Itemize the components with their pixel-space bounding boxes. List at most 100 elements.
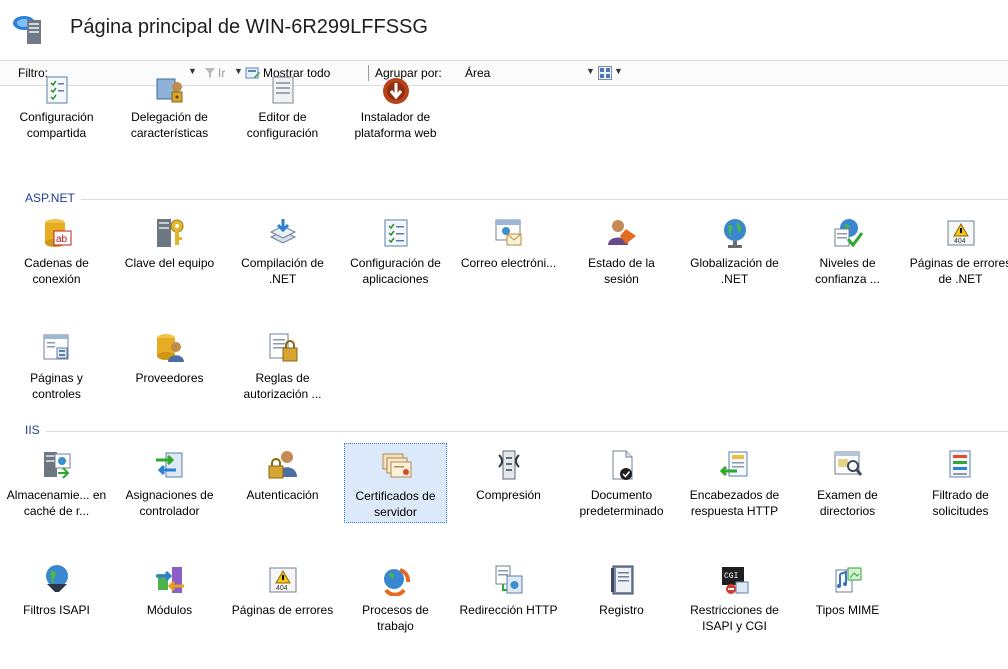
feature-item[interactable]: ab Cadenas de conexión [5, 211, 108, 291]
feature-item[interactable]: Asignaciones de controlador [118, 443, 221, 523]
feature-item[interactable]: Configuración compartida [5, 76, 108, 149]
authorization-rules-icon [269, 333, 298, 362]
feature-item-label: Proveedores [135, 371, 204, 385]
feature-item[interactable]: Globalización de .NET [683, 211, 786, 291]
group-header[interactable]: ASP.NET [0, 191, 1008, 207]
feature-item[interactable]: Documento predeterminado [570, 443, 673, 523]
feature-item[interactable]: Instalador de plataforma web [344, 78, 447, 149]
feature-item[interactable]: Almacenamie... en caché de r... [5, 443, 108, 523]
directory-browsing-icon [834, 451, 863, 476]
authentication-icon [268, 451, 297, 479]
feature-item[interactable]: Configuración de aplicaciones [344, 211, 447, 291]
go-dropdown-arrow[interactable]: ▼ [234, 66, 243, 76]
group-header[interactable]: IIS [0, 423, 1008, 439]
feature-item[interactable]: Filtrado de solicitudes [909, 443, 1008, 523]
http-redirect-icon [495, 565, 523, 594]
filter-dropdown-arrow[interactable]: ▼ [188, 66, 197, 76]
feature-item-label: Registro [599, 603, 644, 617]
svg-text:404: 404 [954, 238, 966, 245]
pages-controls-icon [43, 334, 69, 360]
feature-item[interactable]: Niveles de confianza ... [796, 211, 899, 291]
feature-item-label: Delegación de características [130, 110, 209, 140]
feature-item[interactable]: Editor de configuración [231, 76, 334, 149]
feature-item-label: Encabezados de respuesta HTTP [689, 488, 780, 518]
feature-item-label: Editor de configuración [246, 110, 319, 140]
feature-item[interactable]: Proveedores [118, 326, 221, 406]
feature-item-label: Módulos [146, 603, 193, 617]
group-by-select[interactable]: Área [465, 66, 490, 80]
view-mode-icon[interactable] [598, 66, 612, 80]
svg-text:404: 404 [276, 585, 288, 592]
feature-item-label: Tipos MIME [815, 603, 880, 617]
feature-item-label: Filtros ISAPI [23, 603, 90, 617]
feature-item[interactable]: Módulos [118, 558, 221, 638]
svg-text:CGI: CGI [724, 572, 738, 581]
group-divider [81, 199, 1008, 200]
shared-config-icon [46, 76, 68, 104]
features-view: Configuración compartida Delegación de ca… [0, 76, 1008, 669]
feature-delegation-icon [156, 78, 183, 103]
svg-text:ab: ab [56, 234, 68, 245]
feature-item[interactable]: 404 Páginas de errores [231, 558, 334, 638]
feature-item[interactable]: Delegación de características [118, 78, 221, 149]
smtp-email-icon [495, 219, 522, 246]
feature-item[interactable]: Redirección HTTP [457, 558, 560, 638]
funnel-icon[interactable] [204, 67, 216, 79]
isapi-cgi-restrictions-icon: CGI [722, 567, 749, 594]
view-mode-dropdown-arrow[interactable]: ▼ [614, 66, 623, 76]
toolbar-separator [368, 65, 369, 81]
error-pages-icon: 404 [269, 567, 297, 593]
feature-item[interactable]: Filtros ISAPI [5, 558, 108, 638]
feature-item-label: Documento predeterminado [579, 488, 664, 518]
default-document-icon [612, 450, 633, 480]
feature-item[interactable]: Páginas y controles [5, 326, 108, 406]
feature-item-label: Autenticación [246, 488, 319, 502]
group-by-dropdown-arrow[interactable]: ▼ [586, 66, 595, 76]
feature-item[interactable]: Reglas de autorización ... [231, 326, 334, 406]
feature-item-label: Páginas de errores de .NET [909, 256, 1008, 286]
feature-item[interactable]: Clave del equipo [118, 211, 221, 291]
page-title: Página principal de WIN-6R299LFFSSG [70, 16, 428, 38]
app-settings-icon [384, 219, 408, 247]
connection-strings-icon: ab [45, 219, 72, 247]
machine-key-icon [157, 219, 184, 247]
feature-item[interactable]: Tipos MIME [796, 558, 899, 638]
group-title: ASP.NET [25, 191, 75, 205]
session-state-icon [608, 220, 636, 245]
feature-item[interactable]: Estado de la sesión [570, 211, 673, 291]
feature-item[interactable]: Encabezados de respuesta HTTP [683, 443, 786, 523]
feature-item[interactable]: Examen de directorios [796, 443, 899, 523]
server-certificates-icon [382, 453, 412, 478]
trust-levels-icon [834, 219, 864, 248]
feature-item-label: Niveles de confianza ... [815, 256, 880, 286]
show-all-icon[interactable] [245, 65, 261, 81]
config-editor-icon [272, 76, 294, 104]
handler-mappings-icon [156, 452, 183, 478]
feature-item[interactable]: Certificados de servidor [344, 443, 447, 523]
feature-item[interactable]: CGI Restricciones de ISAPI y CGI [683, 558, 786, 638]
feature-item[interactable]: Autenticación [231, 443, 334, 523]
page-header: Página principal de WIN-6R299LFFSSG [0, 0, 1008, 60]
feature-item-label: Almacenamie... en caché de r... [6, 488, 107, 518]
worker-processes-icon [384, 568, 411, 596]
feature-item[interactable]: Compilación de .NET [231, 211, 334, 291]
logging-icon [611, 565, 634, 595]
modules-icon [156, 567, 184, 593]
feature-item-label: Estado de la sesión [588, 256, 655, 286]
feature-item[interactable]: Compresión [457, 443, 560, 523]
feature-item-label: Examen de directorios [817, 488, 878, 518]
web-platform-installer-icon [383, 78, 409, 104]
feature-item[interactable]: Registro [570, 558, 673, 638]
feature-item-label: Compresión [476, 488, 541, 502]
feature-item[interactable]: Procesos de trabajo [344, 558, 447, 638]
feature-item-label: Redirección HTTP [459, 603, 558, 617]
group-divider [46, 431, 1008, 432]
feature-item-label: Filtrado de solicitudes [932, 488, 989, 518]
filter-toolbar: Filtro: ▼ Ir ▼ Mostrar todo Agrupar por:… [0, 60, 1008, 86]
feature-item-label: Configuración compartida [19, 110, 94, 140]
feature-item[interactable]: 404 Páginas de errores de .NET [909, 211, 1008, 291]
go-button[interactable]: Ir [218, 66, 225, 80]
feature-item-label: Restricciones de ISAPI y CGI [690, 603, 779, 633]
feature-item[interactable]: Correo electróni... [457, 211, 560, 291]
providers-icon [157, 334, 184, 362]
